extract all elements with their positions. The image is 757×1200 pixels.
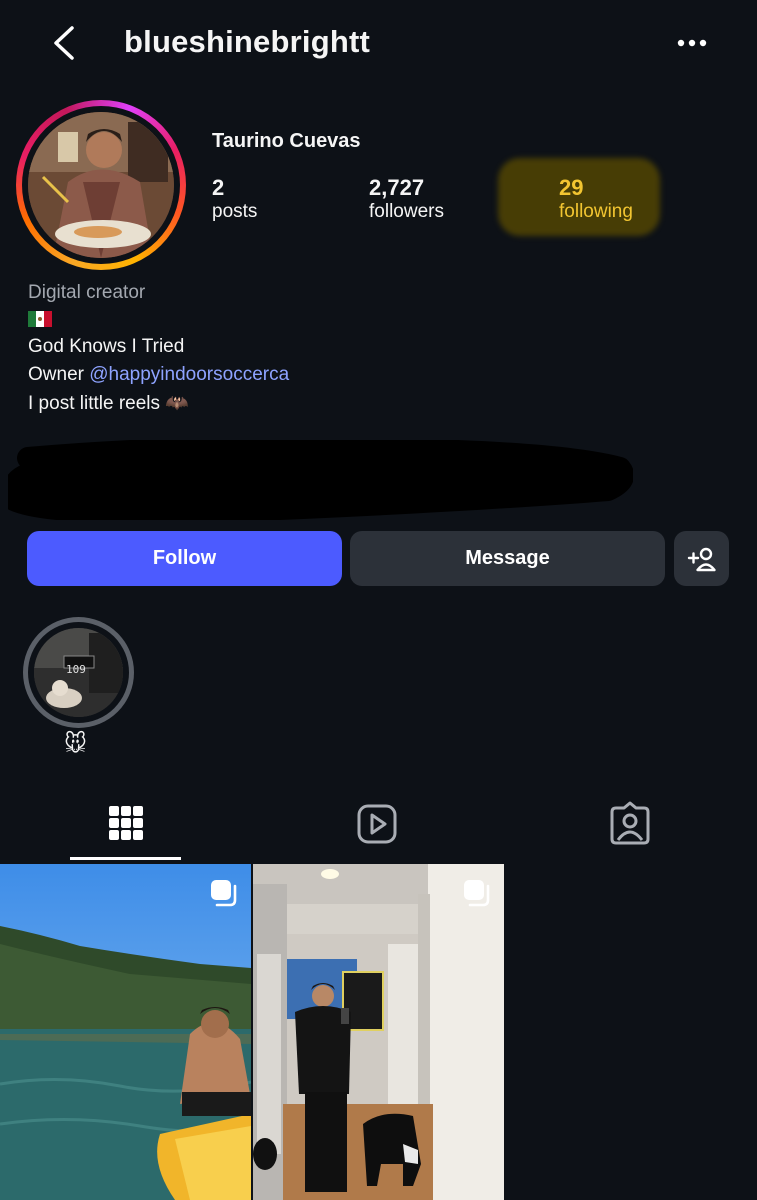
tab-grid[interactable] [101,800,151,850]
post-thumbnail-lake [0,864,251,1200]
more-options-button[interactable] [672,26,712,60]
suggested-users-button[interactable] [674,531,729,586]
posts-label: posts [212,201,258,222]
story-highlight-label: 🐭 [64,731,87,756]
followers-label: followers [369,201,444,222]
redaction-scribble [8,440,633,520]
bio-mention-link[interactable]: @happyindoorsoccerca [89,364,289,385]
following-label: following [559,201,633,222]
profile-full-name: Taurino Cuevas [212,130,361,152]
bio-line-1: God Knows I Tried [28,336,185,357]
reels-icon [357,804,397,844]
posts-count: 2 [212,175,225,200]
post-tile-2[interactable] [253,864,504,1200]
followers-count: 2,727 [369,175,425,200]
followers-stat[interactable]: 2,727 followers [369,175,444,223]
story-cover-counter: 109 [66,663,86,676]
profile-category: Digital creator [28,282,146,303]
chevron-left-icon [54,26,74,60]
avatar[interactable] [28,112,174,258]
add-user-icon [687,547,716,571]
post-tile-1[interactable] [0,864,251,1200]
following-stat[interactable]: 29 following [559,175,633,223]
message-button[interactable]: Message [350,531,665,586]
more-horizontal-icon [677,39,707,47]
avatar-photo [28,112,174,258]
profile-username: blueshinebrightt [124,24,371,59]
tab-tagged[interactable] [605,800,655,850]
grid-icon [109,806,143,840]
carousel-icon [209,878,239,908]
tab-reels[interactable] [352,800,402,850]
following-count: 29 [559,175,584,200]
follow-button[interactable]: Follow [27,531,342,586]
tagged-icon [610,801,650,845]
posts-stat: 2 posts [212,175,257,223]
back-button[interactable] [44,20,88,66]
active-tab-indicator [70,857,181,860]
bio-owner-prefix: Owner [28,364,90,385]
flag-emoji [28,311,52,327]
carousel-icon [462,878,492,908]
bio-line-2: Owner @happyindoorsoccerca [28,364,289,386]
post-thumbnail-hallway [253,864,504,1200]
bio-line-3: I post little reels 🦇 [28,393,189,414]
